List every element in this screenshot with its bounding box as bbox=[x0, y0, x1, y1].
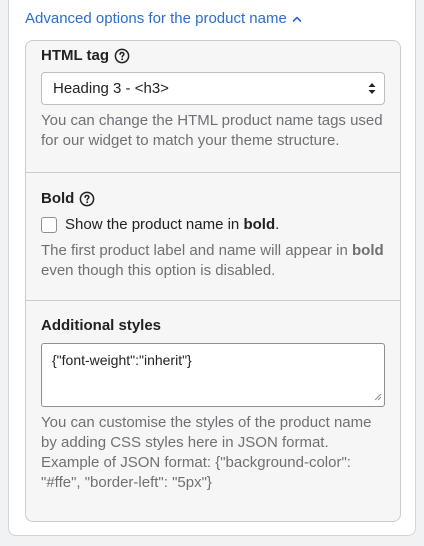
html-tag-help-text: You can change the HTML product name tag… bbox=[41, 112, 383, 149]
bold-checkbox-text-end: . bbox=[275, 216, 280, 233]
html-tag-selected-value: Heading 3 - <h3> bbox=[53, 80, 169, 97]
html-tag-label-row: HTML tag bbox=[41, 47, 130, 64]
additional-styles-label-row: Additional styles bbox=[41, 317, 161, 334]
bold-checkbox-text: Show the product name in bbox=[65, 216, 244, 233]
bold-help-text-end: even though this option is disabled. bbox=[41, 262, 276, 279]
bold-help-text-strong: bold bbox=[352, 242, 384, 259]
bold-checkbox-text-strong: bold bbox=[243, 216, 276, 233]
question-circle-icon[interactable] bbox=[114, 48, 130, 64]
advanced-options-label: Advanced options for the product name bbox=[25, 10, 287, 27]
resize-handle-icon[interactable] bbox=[374, 388, 382, 404]
bold-section: Bold Show the product name in bold. The … bbox=[26, 172, 400, 300]
html-tag-label: HTML tag bbox=[41, 47, 110, 64]
bold-checkbox-label[interactable]: Show the product name in bold. bbox=[65, 216, 279, 233]
bold-label-row: Bold bbox=[41, 190, 95, 207]
bold-help-text: The first product label and name will ap… bbox=[41, 241, 387, 281]
additional-styles-label: Additional styles bbox=[41, 317, 162, 334]
additional-styles-textarea[interactable]: {"font-weight":"inherit"} bbox=[41, 343, 385, 407]
additional-styles-value: {"font-weight":"inherit"} bbox=[52, 352, 192, 368]
additional-styles-help-text: You can customise the styles of the prod… bbox=[41, 414, 372, 491]
question-circle-icon[interactable] bbox=[79, 191, 95, 207]
bold-help-text-start: The first product label and name will ap… bbox=[41, 242, 353, 259]
settings-card: Advanced options for the product name HT… bbox=[8, 0, 416, 536]
advanced-options-panel: HTML tag Heading 3 - <h3> You can change… bbox=[25, 40, 401, 522]
select-arrows-icon bbox=[368, 82, 376, 99]
html-tag-select[interactable]: Heading 3 - <h3> bbox=[41, 72, 385, 105]
bold-label: Bold bbox=[41, 190, 75, 207]
bold-checkbox[interactable] bbox=[41, 216, 57, 233]
chevron-up-icon bbox=[292, 14, 302, 24]
additional-styles-section: Additional styles {"font-weight":"inheri… bbox=[26, 300, 400, 521]
bold-checkbox-row[interactable]: Show the product name in bold. bbox=[41, 216, 279, 233]
advanced-options-toggle[interactable]: Advanced options for the product name bbox=[25, 10, 302, 27]
html-tag-section: HTML tag Heading 3 - <h3> You can change… bbox=[26, 41, 400, 172]
